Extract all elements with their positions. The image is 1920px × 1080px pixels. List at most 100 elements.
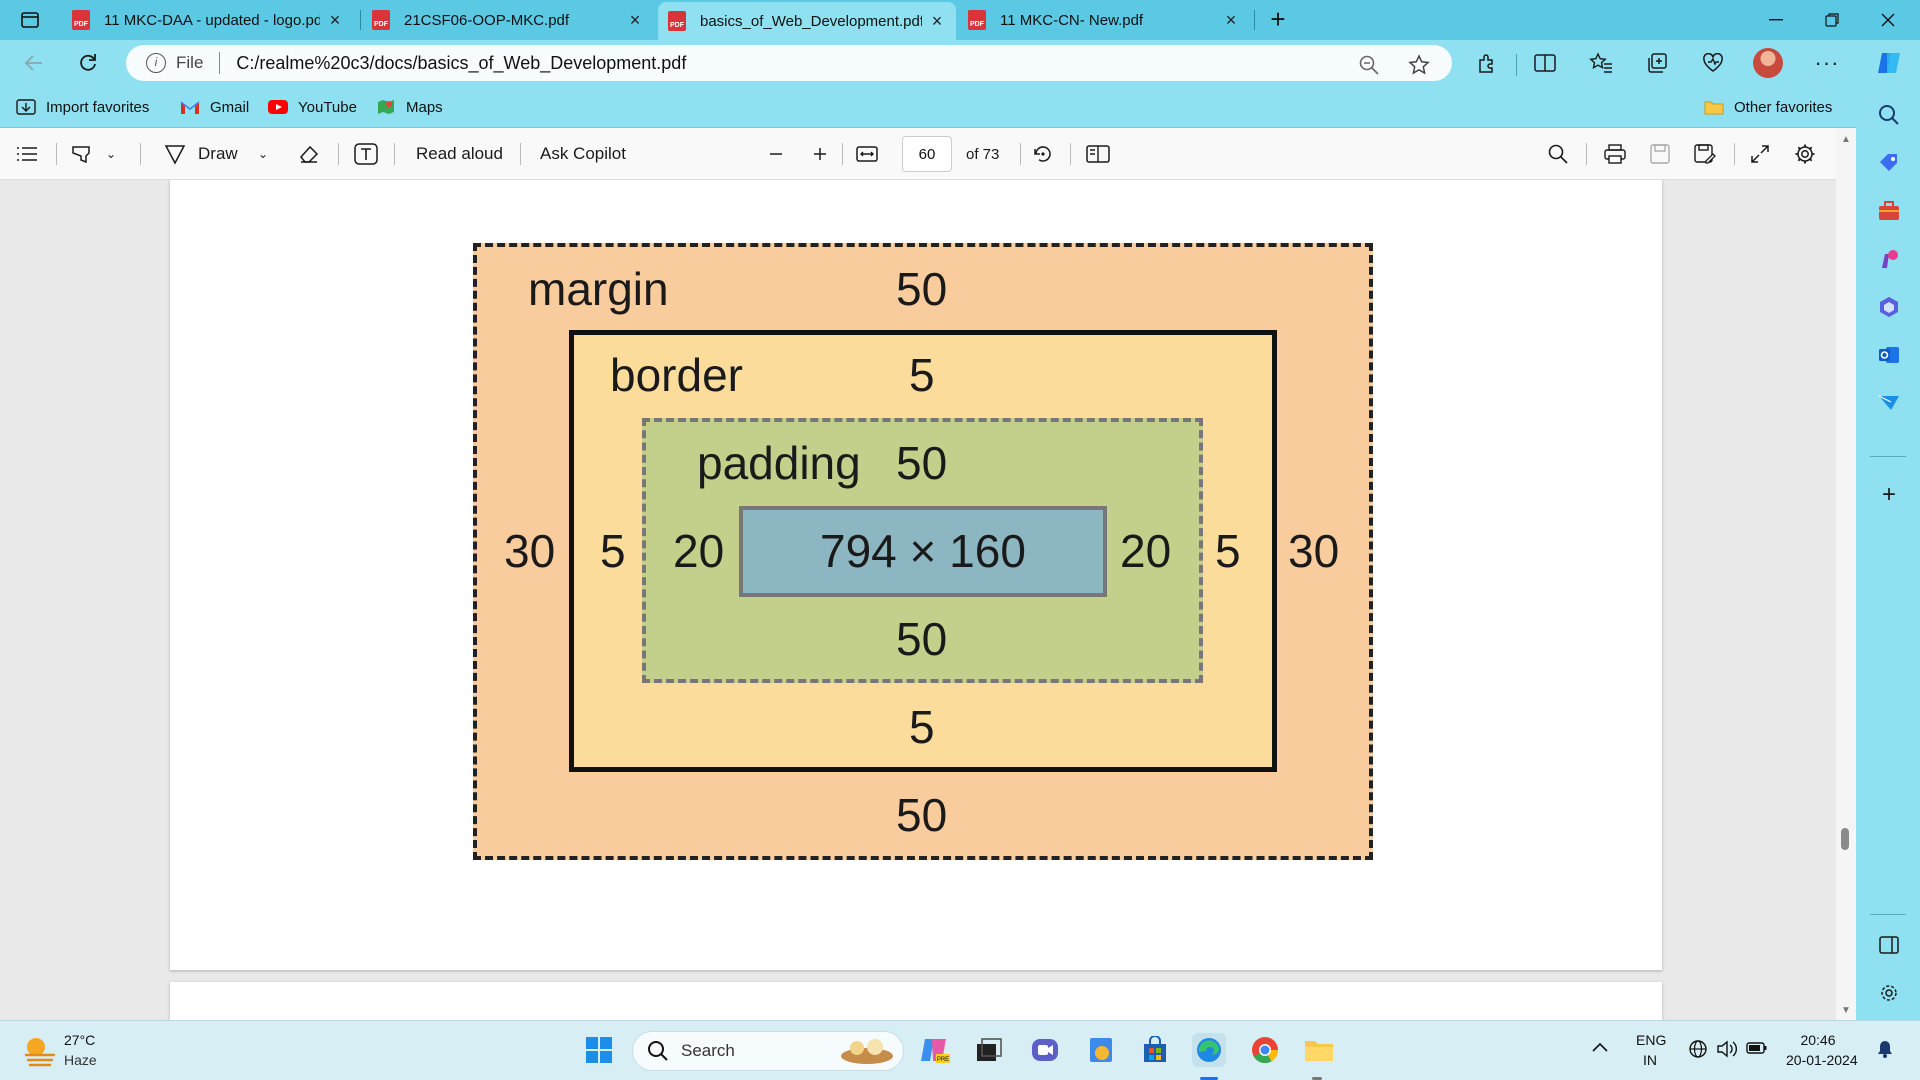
copilot-pre-icon[interactable]: PRE [918, 1033, 952, 1067]
more-options-icon[interactable]: ··· [1812, 48, 1842, 78]
language-code[interactable]: ENG [1636, 1031, 1666, 1049]
file-manager-icon[interactable] [1084, 1033, 1118, 1067]
windows-start-icon[interactable] [582, 1033, 616, 1067]
file-explorer-icon[interactable] [1302, 1033, 1336, 1067]
close-window-button[interactable] [1860, 0, 1916, 40]
file-label: File [176, 53, 204, 72]
tab-actions-icon[interactable] [16, 8, 44, 32]
save-as-icon[interactable] [1694, 141, 1716, 167]
microsoft-365-icon[interactable] [1876, 294, 1902, 320]
search-icon [648, 1041, 668, 1061]
copilot-icon[interactable] [1876, 50, 1902, 76]
favorite-star-icon[interactable] [1408, 54, 1430, 76]
task-view-icon[interactable] [972, 1033, 1006, 1067]
contents-icon[interactable] [16, 141, 38, 167]
volume-icon[interactable] [1716, 1039, 1738, 1063]
teams-meet-icon[interactable] [1028, 1033, 1062, 1067]
collections-icon[interactable] [1642, 48, 1672, 78]
settings-gear-icon[interactable] [1794, 141, 1816, 167]
other-favorites-label: Other favorites [1734, 98, 1833, 116]
restore-button[interactable] [1804, 0, 1860, 40]
save-icon[interactable] [1650, 141, 1670, 167]
scrollbar-thumb[interactable] [1841, 828, 1849, 850]
close-icon[interactable]: × [626, 10, 644, 31]
zoom-in-button[interactable] [812, 141, 828, 167]
close-icon[interactable]: × [928, 11, 946, 32]
minimize-button[interactable] [1748, 0, 1804, 40]
back-button[interactable] [18, 48, 50, 78]
print-icon[interactable] [1604, 141, 1626, 167]
scroll-down-icon[interactable]: ▼ [1841, 1005, 1851, 1016]
zoom-out-button[interactable] [768, 141, 784, 167]
youtube-link[interactable]: YouTube [268, 96, 357, 118]
tab-title: 21CSF06-OOP-MKC.pdf [404, 11, 570, 29]
tab-mkc-daa[interactable]: PDF 11 MKC-DAA - updated - logo.pdf × [62, 4, 354, 36]
tools-briefcase-icon[interactable] [1876, 198, 1902, 224]
notification-bell-icon[interactable] [1876, 1039, 1894, 1063]
page-view-icon[interactable] [1086, 141, 1110, 167]
pdf-file-icon: PDF [968, 10, 986, 30]
maps-link[interactable]: Maps [376, 96, 443, 118]
page-number-input[interactable] [902, 136, 952, 172]
network-globe-icon[interactable] [1688, 1039, 1708, 1063]
chevron-down-icon[interactable]: ⌄ [106, 141, 116, 167]
favorites-icon[interactable] [1586, 48, 1616, 78]
language-region[interactable]: IN [1643, 1051, 1657, 1069]
microsoft-store-icon[interactable] [1138, 1033, 1172, 1067]
edge-browser-icon[interactable] [1192, 1033, 1226, 1067]
outlook-icon[interactable] [1876, 342, 1902, 368]
vertical-scrollbar[interactable]: ▲ ▼ [1836, 128, 1856, 1020]
divider [1070, 143, 1071, 165]
eraser-icon[interactable] [298, 141, 320, 167]
search-icon[interactable] [1876, 102, 1902, 128]
rotate-icon[interactable] [1032, 141, 1054, 167]
margin-right-value: 30 [1288, 525, 1340, 577]
fit-to-width-icon[interactable] [856, 141, 878, 167]
shopping-tag-icon[interactable] [1876, 150, 1902, 176]
tab-web-development[interactable]: PDF basics_of_Web_Development.pdf × [658, 2, 956, 40]
other-favorites-link[interactable]: Other favorites [1704, 96, 1832, 118]
address-bar[interactable]: i File C:/realme%20c3/docs/basics_of_Web… [126, 45, 1452, 81]
weather-temperature[interactable]: 27°C [64, 1031, 95, 1049]
highlight-icon[interactable] [70, 141, 92, 167]
extensions-icon[interactable] [1472, 48, 1502, 78]
search-icon[interactable] [1548, 141, 1568, 167]
add-text-icon[interactable] [354, 141, 378, 167]
sidebar-settings-icon[interactable] [1876, 980, 1902, 1006]
scroll-up-icon[interactable]: ▲ [1841, 134, 1851, 145]
maps-icon [376, 98, 396, 116]
chrome-icon[interactable] [1248, 1033, 1282, 1067]
clock-date[interactable]: 20-01-2024 [1786, 1051, 1866, 1069]
info-icon[interactable]: i [146, 53, 166, 73]
new-tab-button[interactable]: + [1264, 6, 1292, 34]
fullscreen-icon[interactable] [1750, 141, 1770, 167]
split-screen-icon[interactable] [1530, 48, 1560, 78]
weather-haze-icon[interactable] [22, 1033, 58, 1067]
pdf-viewport[interactable]: margin 50 border 5 padding 50 30 5 20 79… [0, 180, 1836, 1020]
maps-label: Maps [406, 98, 443, 116]
add-icon[interactable]: + [1876, 481, 1902, 508]
chevron-down-icon[interactable]: ⌄ [258, 141, 268, 167]
draw-button[interactable]: Draw [164, 141, 238, 167]
zoom-out-icon[interactable] [1358, 54, 1380, 76]
import-favorites-link[interactable]: Import favorites [16, 96, 149, 118]
refresh-button[interactable] [72, 48, 104, 78]
weather-description[interactable]: Haze [64, 1051, 97, 1069]
clock-time[interactable]: 20:46 [1788, 1031, 1848, 1049]
hide-sidebar-icon[interactable] [1876, 932, 1902, 958]
show-hidden-icons-chevron-icon[interactable] [1592, 1039, 1608, 1057]
url-text[interactable]: C:/realme%20c3/docs/basics_of_Web_Develo… [236, 53, 686, 74]
tab-oop-mkc[interactable]: PDF 21CSF06-OOP-MKC.pdf × [362, 4, 654, 36]
battery-icon[interactable] [1746, 1041, 1768, 1059]
browser-essentials-icon[interactable] [1698, 48, 1728, 78]
gmail-link[interactable]: Gmail [180, 96, 249, 118]
close-icon[interactable]: × [326, 10, 344, 31]
read-aloud-button[interactable]: Read aloud [416, 141, 503, 167]
send-icon[interactable] [1876, 390, 1902, 416]
ask-copilot-button[interactable]: Ask Copilot [540, 141, 626, 167]
profile-avatar[interactable] [1753, 48, 1783, 78]
games-icon[interactable] [1876, 246, 1902, 272]
close-icon[interactable]: × [1222, 10, 1240, 31]
tab-mkc-cn[interactable]: PDF 11 MKC-CN- New.pdf × [958, 4, 1250, 36]
taskbar-search-box[interactable]: Search [632, 1031, 904, 1071]
